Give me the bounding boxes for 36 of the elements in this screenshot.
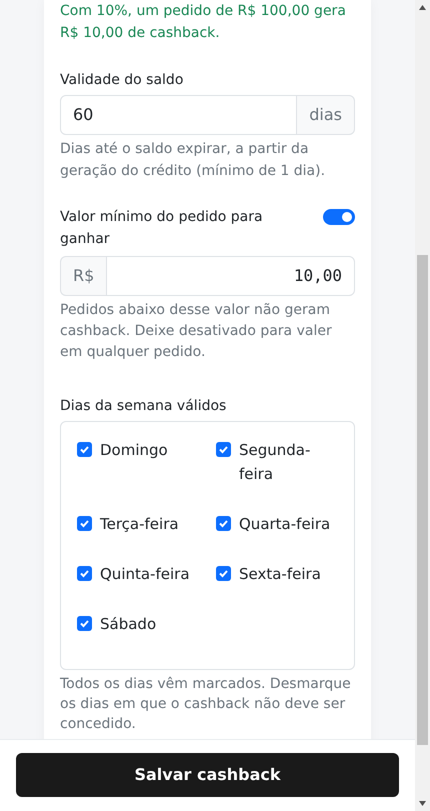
checkbox[interactable]: [216, 442, 231, 457]
checkmark-icon: [79, 618, 90, 629]
checkbox[interactable]: [77, 516, 92, 531]
field-hint: Pedidos abaixo desse valor não geram cashback. Deixe desativado para valer em qualquer pedido.: [60, 301, 333, 362]
checkmark-icon: [79, 444, 90, 455]
checkmark-icon: [79, 568, 90, 579]
field-label: Validade do saldo: [60, 71, 184, 90]
min-value-input[interactable]: 10,00: [106, 256, 355, 296]
validity-input[interactable]: 60: [60, 95, 298, 135]
field-hint: Todos os dias vêm marcados. Desmarque os dias em que o cashback não deve ser concedido.: [60, 675, 352, 734]
checkmark-icon: [218, 568, 229, 579]
checkbox[interactable]: [216, 516, 231, 531]
field-label: Dias da semana válidos: [60, 397, 228, 416]
example-note: Com 10%, um pedido de R$ 100,00 gera R$ 10,00 de cashback.: [60, 2, 347, 43]
input-prefix: R$: [60, 256, 106, 296]
checkbox[interactable]: [77, 442, 92, 457]
checkbox-label: Sábado: [100, 614, 156, 635]
field-hint: Dias até o saldo expirar, a partir da geração do crédito (mínimo de 1 dia).: [60, 140, 326, 181]
checkbox-label: Quinta-feira: [100, 564, 190, 585]
checkbox[interactable]: [216, 566, 231, 581]
checkmark-icon: [218, 444, 229, 455]
checkbox-label: Sexta-feira: [239, 564, 321, 585]
checkmark-icon: [79, 518, 90, 529]
input-suffix: dias: [297, 95, 355, 135]
toggle-switch[interactable]: [323, 209, 355, 225]
field-label: Valor mínimo do pedido para ganhar: [60, 208, 264, 249]
checkbox-label: Domingo: [100, 440, 168, 461]
scroll-down-icon[interactable]: [419, 801, 426, 806]
checkmark-icon: [218, 518, 229, 529]
checkbox[interactable]: [77, 566, 92, 581]
scroll-up-icon[interactable]: [419, 5, 426, 10]
checkbox[interactable]: [77, 616, 92, 631]
checkbox-label: Quarta-feira: [239, 514, 330, 535]
save-button[interactable]: Salvar cashback: [16, 753, 399, 797]
checkbox-label: Segunda-feira: [239, 440, 312, 485]
checkbox-label: Terça-feira: [100, 514, 179, 535]
